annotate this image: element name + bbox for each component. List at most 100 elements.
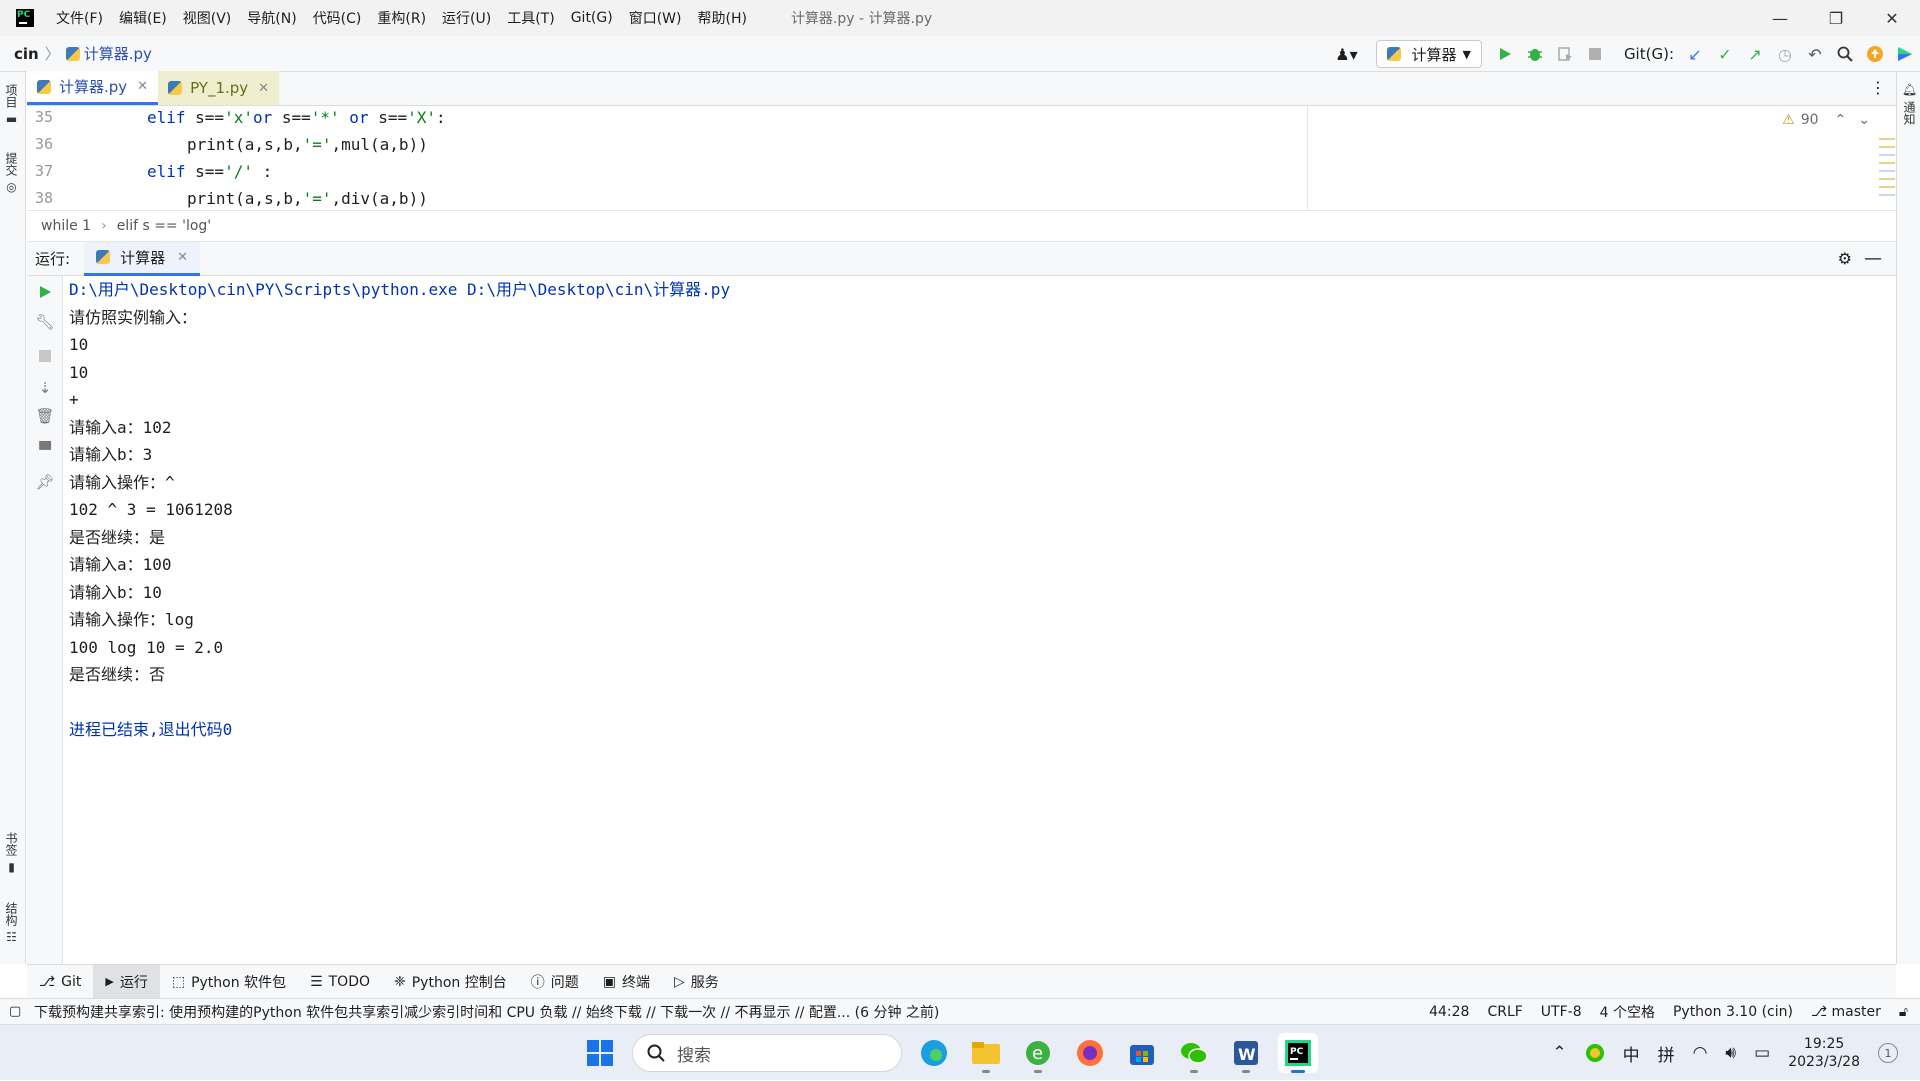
tool-python-packages[interactable]: ⬚ Python 软件包 bbox=[160, 965, 298, 999]
file-encoding[interactable]: UTF-8 bbox=[1541, 1004, 1582, 1020]
scrollbar-markers[interactable] bbox=[1876, 138, 1896, 208]
status-panel-icon[interactable]: ▢ bbox=[9, 1004, 21, 1019]
pycharm-app[interactable]: PC bbox=[1278, 1033, 1318, 1073]
menu-tools[interactable]: 工具(T) bbox=[499, 8, 562, 28]
menu-window[interactable]: 窗口(W) bbox=[621, 8, 690, 28]
pin-tab-button[interactable]: 📌︎ bbox=[35, 472, 55, 492]
restore-button[interactable]: ❐ bbox=[1808, 0, 1864, 36]
tool-run[interactable]: ▶ 运行 bbox=[93, 964, 160, 999]
store-app[interactable] bbox=[1122, 1033, 1162, 1073]
breadcrumb-item[interactable]: while 1 bbox=[41, 218, 91, 234]
minimize-button[interactable]: — bbox=[1752, 0, 1808, 36]
line-separator[interactable]: CRLF bbox=[1487, 1004, 1522, 1020]
python-interpreter[interactable]: Python 3.10 (cin) bbox=[1673, 1004, 1793, 1020]
clock[interactable]: 19:25 2023/3/28 bbox=[1788, 1035, 1860, 1071]
ime-language[interactable]: 中 bbox=[1623, 1041, 1640, 1066]
menu-refactor[interactable]: 重构(R) bbox=[369, 8, 434, 28]
tool-services[interactable]: ▷ 服务 bbox=[662, 965, 731, 999]
git-update-button[interactable]: ↙ bbox=[1680, 39, 1710, 69]
run-config-selector[interactable]: 计算器 ▼ bbox=[1376, 40, 1482, 68]
chevron-up-icon[interactable]: ⌃ bbox=[1835, 112, 1847, 128]
structure-tool-button[interactable]: 结构 ☷ bbox=[3, 902, 20, 944]
tab-calculator-py[interactable]: 计算器.py ✕ bbox=[27, 71, 159, 105]
code-line: elif s=='/' : bbox=[147, 162, 272, 181]
wifi-icon[interactable]: ◠ bbox=[1693, 1043, 1708, 1063]
clear-console-button[interactable]: 🗑︎ bbox=[35, 406, 55, 426]
tool-git[interactable]: ⎇ Git bbox=[27, 965, 93, 999]
project-crumb[interactable]: cin bbox=[14, 45, 39, 63]
firefox-app[interactable] bbox=[1070, 1033, 1110, 1073]
tool-terminal[interactable]: ▣ 终端 bbox=[591, 965, 662, 999]
close-icon[interactable]: ✕ bbox=[177, 250, 188, 265]
tool-python-console[interactable]: ❈ Python 控制台 bbox=[382, 965, 519, 999]
wechat-app[interactable] bbox=[1174, 1033, 1214, 1073]
battery-icon[interactable]: ▭ bbox=[1754, 1043, 1770, 1063]
chevron-up-icon[interactable]: ⌃ bbox=[1552, 1043, 1566, 1063]
tool-todo[interactable]: ☰ TODO bbox=[298, 965, 382, 999]
git-commit-button[interactable]: ✓ bbox=[1710, 39, 1740, 69]
status-message[interactable]: 下载预构建共享索引: 使用预构建的Python 软件包共享索引减少索引时间和 C… bbox=[34, 1002, 939, 1022]
layout-button[interactable]: ▀ bbox=[35, 440, 55, 460]
git-rollback-button[interactable]: ↶ bbox=[1800, 39, 1830, 69]
more-tabs-button[interactable]: ⋮ bbox=[1870, 78, 1886, 97]
taskbar-search[interactable]: 搜索 bbox=[632, 1034, 902, 1072]
menu-file[interactable]: 文件(F) bbox=[48, 8, 111, 28]
rerun-button[interactable] bbox=[35, 282, 55, 302]
user-account-button[interactable]: ♟▾ bbox=[1324, 39, 1368, 69]
ime-mode[interactable]: 拼 bbox=[1658, 1041, 1675, 1066]
commit-tool-button[interactable]: 提交 ◎ bbox=[3, 152, 20, 194]
close-window-button[interactable]: ✕ bbox=[1864, 0, 1920, 36]
tab-py1-py[interactable]: PY_1.py ✕ bbox=[158, 71, 280, 105]
chevron-down-icon[interactable]: ⌄ bbox=[1858, 112, 1870, 128]
indent-setting[interactable]: 4 个空格 bbox=[1600, 1002, 1655, 1022]
stop-button[interactable] bbox=[35, 346, 55, 366]
minimize-panel-icon[interactable]: — bbox=[1864, 248, 1882, 269]
user-icon: ♟▾ bbox=[1335, 44, 1358, 64]
code-editor[interactable]: 35 36 37 38 elif s=='x'or s=='*' or s=='… bbox=[27, 106, 1896, 210]
notifications-tool-button[interactable]: 🔔︎ 通知 bbox=[1901, 82, 1918, 125]
file-explorer-app[interactable] bbox=[966, 1033, 1006, 1073]
run-button[interactable] bbox=[1490, 39, 1520, 69]
volume-icon[interactable]: 🔊︎ bbox=[1725, 1043, 1736, 1063]
menu-help[interactable]: 帮助(H) bbox=[689, 8, 754, 28]
menu-view[interactable]: 视图(V) bbox=[175, 8, 240, 28]
edge-app[interactable] bbox=[914, 1033, 954, 1073]
menu-edit[interactable]: 编辑(E) bbox=[111, 8, 175, 28]
notification-badge[interactable]: 1 bbox=[1878, 1043, 1898, 1063]
bookmarks-tool-button[interactable]: 书签 ▮ bbox=[3, 832, 20, 874]
debug-button[interactable] bbox=[1520, 39, 1550, 69]
tool-label: Python 软件包 bbox=[191, 974, 287, 991]
pycharm-logo-icon[interactable]: PC bbox=[16, 9, 34, 27]
close-icon[interactable]: ✕ bbox=[258, 81, 269, 96]
coverage-button[interactable] bbox=[1550, 39, 1580, 69]
word-app[interactable]: W bbox=[1226, 1033, 1266, 1073]
git-push-button[interactable]: ↗ bbox=[1740, 39, 1770, 69]
jetbrains-logo-button[interactable] bbox=[1890, 39, 1920, 69]
lock-icon[interactable]: 🔓︎ bbox=[1899, 1004, 1908, 1020]
code-text: s== bbox=[368, 108, 408, 127]
caret-position[interactable]: 44:28 bbox=[1429, 1004, 1469, 1020]
console-output[interactable]: D:\用户\Desktop\cin\PY\Scripts\python.exe … bbox=[64, 276, 1896, 964]
breadcrumb-item[interactable]: elif s == 'log' bbox=[117, 218, 211, 234]
gear-icon[interactable]: ⚙ bbox=[1838, 249, 1852, 268]
stop-button[interactable] bbox=[1580, 39, 1610, 69]
menu-git[interactable]: Git(G) bbox=[563, 10, 621, 26]
edit-config-button[interactable]: 🔧︎ bbox=[35, 312, 55, 332]
inspection-widget[interactable]: ⚠ 90 ⌃ ⌄ bbox=[1782, 112, 1870, 128]
menu-run[interactable]: 运行(U) bbox=[434, 8, 499, 28]
git-history-button[interactable]: ◷ bbox=[1770, 39, 1800, 69]
close-icon[interactable]: ✕ bbox=[137, 79, 148, 94]
project-tool-button[interactable]: 项目 ▬ bbox=[3, 84, 20, 126]
search-everywhere-button[interactable] bbox=[1830, 39, 1860, 69]
git-branch[interactable]: ⎇ master bbox=[1811, 1004, 1881, 1020]
menu-navigate[interactable]: 导航(N) bbox=[239, 8, 304, 28]
run-tab-calculator[interactable]: 计算器 ✕ bbox=[84, 241, 200, 276]
ide-update-button[interactable] bbox=[1860, 39, 1890, 69]
app-tray-icon[interactable] bbox=[1585, 1043, 1605, 1063]
menu-code[interactable]: 代码(C) bbox=[305, 8, 370, 28]
ie-browser-app[interactable]: e bbox=[1018, 1033, 1058, 1073]
start-button[interactable] bbox=[580, 1033, 620, 1073]
tool-problems[interactable]: ⓘ 问题 bbox=[519, 965, 591, 999]
scroll-to-end-button[interactable]: ⇣ bbox=[35, 378, 55, 398]
file-crumb[interactable]: 计算器.py bbox=[84, 43, 152, 64]
